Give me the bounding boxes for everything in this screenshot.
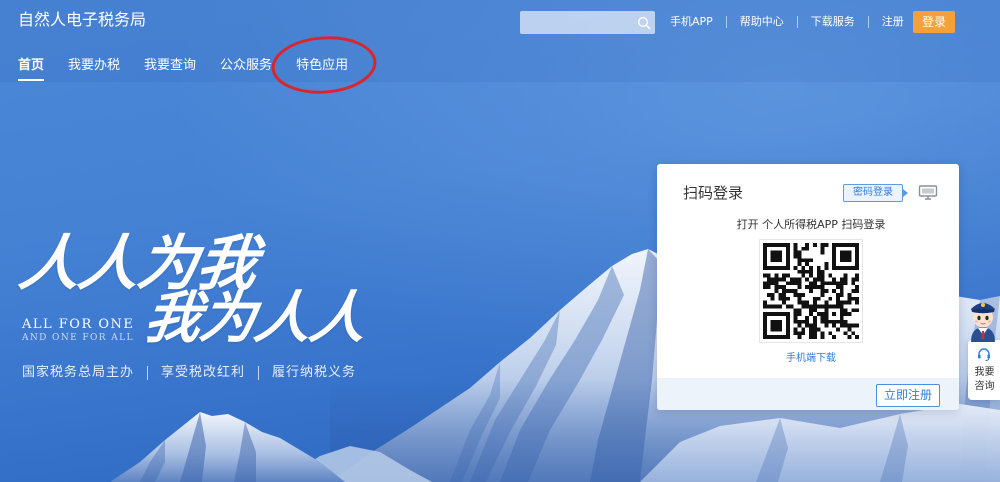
hero-english-line1: ALL FOR ONE xyxy=(22,317,135,332)
search-icon[interactable] xyxy=(637,15,651,30)
qr-login-card: 扫码登录 密码登录 打开 个人所得税APP 扫码登录 手机端下载 立即注册 xyxy=(657,164,959,410)
link-mobile-app[interactable]: 手机APP xyxy=(670,12,726,32)
register-now-button[interactable]: 立即注册 xyxy=(876,384,940,407)
hero-taglines: 国家税务总局主办 享受税改红利 履行纳税义务 xyxy=(22,364,356,382)
nav-item-featured-apps[interactable]: 特色应用 xyxy=(296,57,348,81)
qr-modules xyxy=(763,243,859,339)
nav-item-public-service[interactable]: 公众服务 xyxy=(220,57,272,81)
main-nav: 首页 我要办税 我要查询 公众服务 特色应用 xyxy=(18,57,348,81)
consult-widget[interactable]: 我要咨询 xyxy=(968,340,1000,400)
card-title: 扫码登录 xyxy=(683,184,744,202)
nav-item-query[interactable]: 我要查询 xyxy=(144,57,196,81)
tagline-benefit: 享受税改红利 xyxy=(161,365,246,380)
tagline-separator xyxy=(147,366,149,380)
search-input[interactable] xyxy=(520,11,655,34)
top-links: 手机APP 帮助中心 下载服务 注册 xyxy=(670,12,917,32)
hero-english-line2: AND ONE FOR ALL xyxy=(22,333,134,343)
nav-item-tax-filing[interactable]: 我要办税 xyxy=(68,57,120,81)
qr-code xyxy=(763,243,859,339)
tagline-duty: 履行纳税义务 xyxy=(272,365,357,380)
qr-code-frame xyxy=(759,239,863,343)
monitor-icon[interactable] xyxy=(918,185,938,200)
consult-label: 我要咨询 xyxy=(974,367,995,392)
link-register[interactable]: 注册 xyxy=(869,12,917,32)
qr-instruction: 打开 个人所得税APP 扫码登录 xyxy=(736,218,886,231)
password-login-button[interactable]: 密码登录 xyxy=(843,184,908,202)
login-button[interactable]: 登录 xyxy=(913,11,955,33)
tagline-sponsor: 国家税务总局主办 xyxy=(22,365,135,380)
mobile-download-link[interactable]: 手机端下载 xyxy=(751,353,871,365)
tax-officer-avatar-icon[interactable] xyxy=(966,294,1000,342)
tagline-separator xyxy=(258,366,260,380)
nav-item-home[interactable]: 首页 xyxy=(18,57,45,81)
headset-icon xyxy=(976,346,992,362)
search-box[interactable] xyxy=(520,11,655,34)
link-download-service[interactable]: 下载服务 xyxy=(798,12,868,32)
hero-slogan-line2: 我为人人 xyxy=(140,285,370,351)
link-help-center[interactable]: 帮助中心 xyxy=(727,12,797,32)
site-title: 自然人电子税务局 xyxy=(18,10,147,29)
